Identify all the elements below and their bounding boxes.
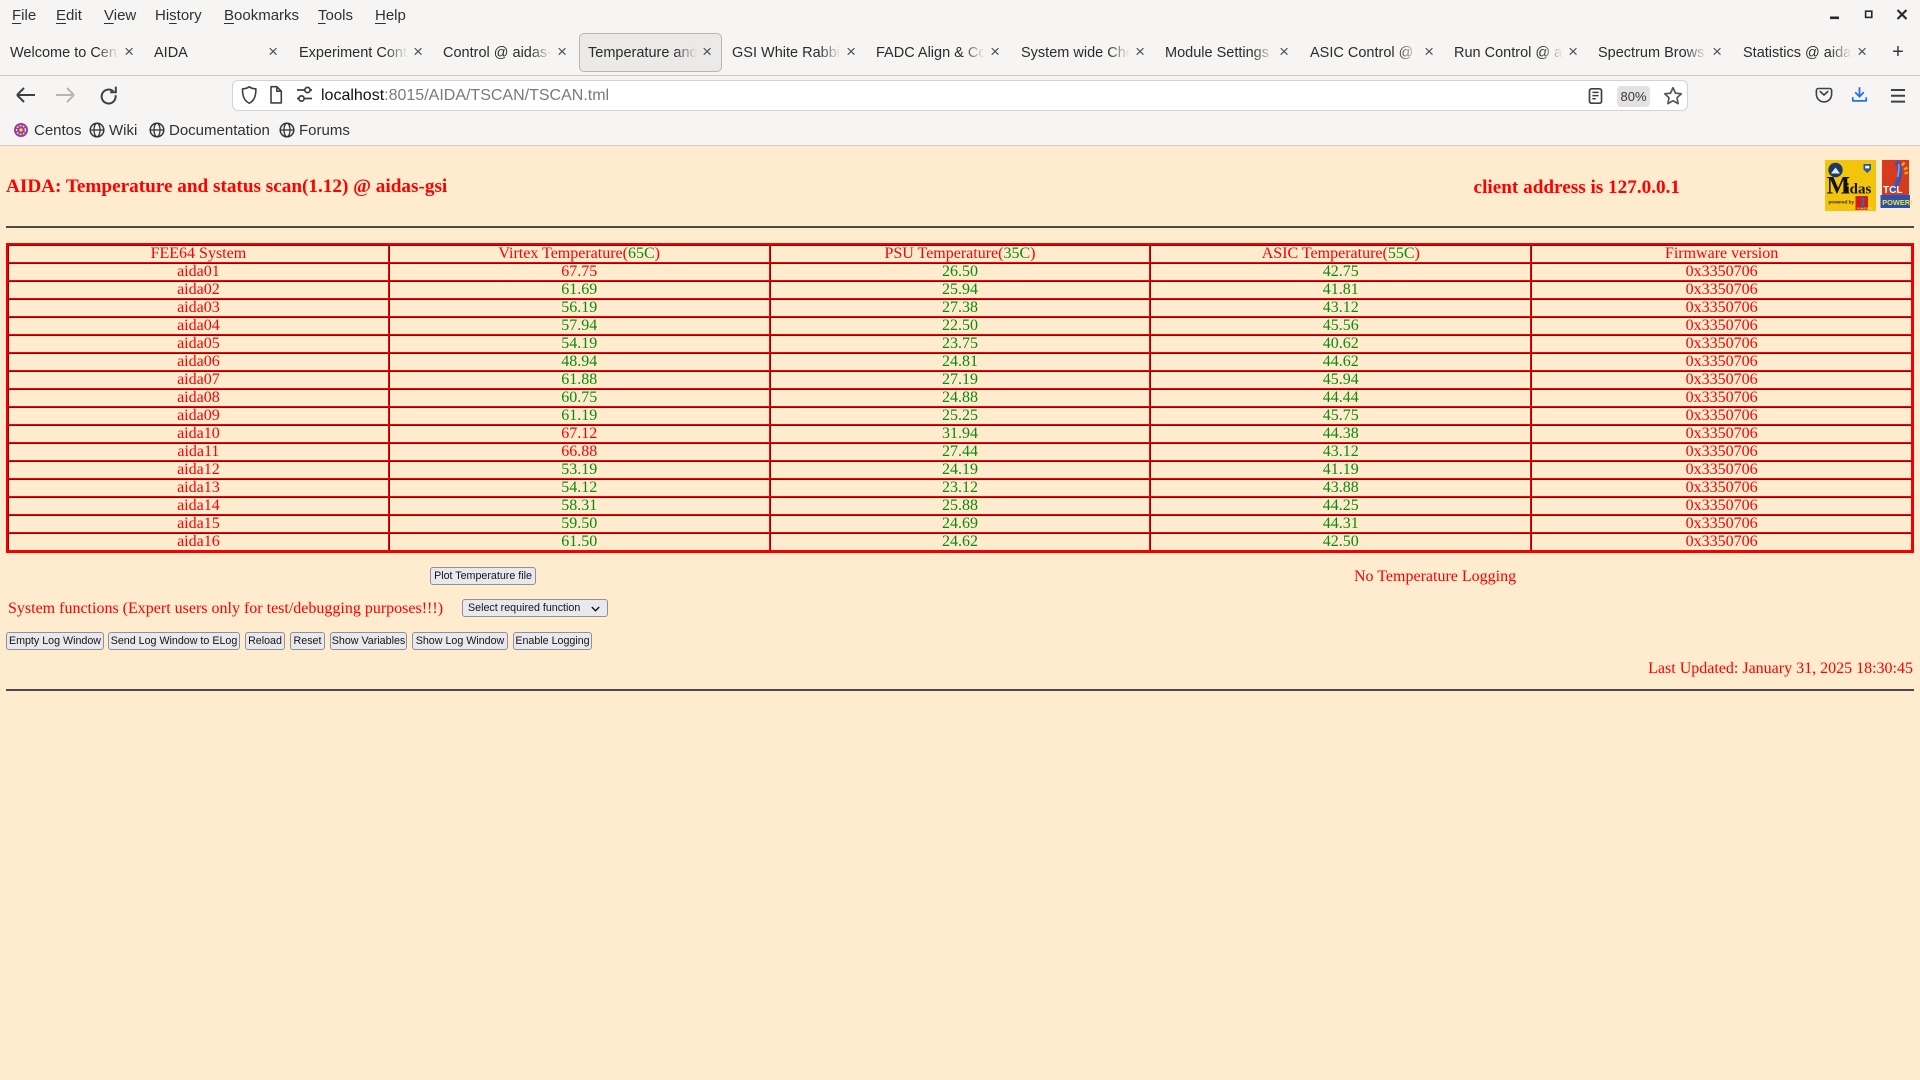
svg-text:TCL: TCL xyxy=(1883,185,1902,196)
svg-text:POWERED: POWERED xyxy=(1882,198,1912,207)
svg-text:idas: idas xyxy=(1846,182,1872,198)
svg-text:powered by: powered by xyxy=(1829,200,1855,205)
svg-text:POWERED: POWERED xyxy=(1857,206,1872,210)
